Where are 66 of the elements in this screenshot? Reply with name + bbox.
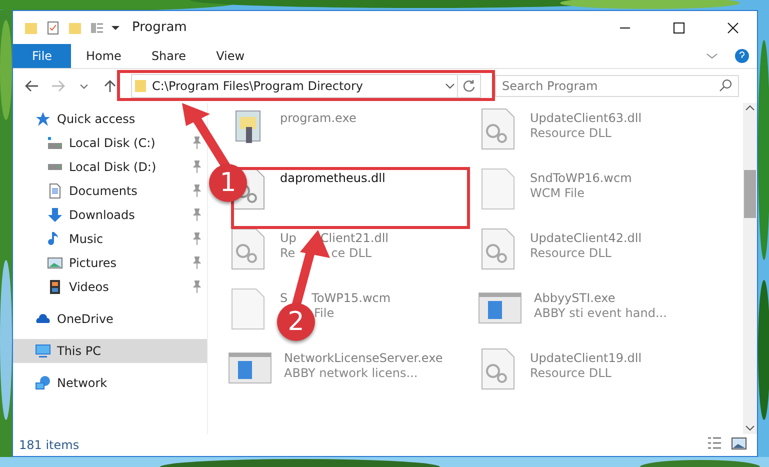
close-icon bbox=[727, 22, 739, 34]
file-name[interactable]: Up bbox=[280, 231, 296, 246]
details-view-icon bbox=[707, 436, 723, 452]
forward-arrow-icon bbox=[50, 78, 66, 94]
drive-icon bbox=[48, 164, 62, 170]
sidebar-item[interactable]: Videos bbox=[13, 275, 207, 299]
ribbon-tab[interactable]: Home bbox=[71, 44, 136, 68]
address-bar[interactable]: C:\Program Files\Program Directory bbox=[131, 74, 481, 98]
file-name[interactable]: S bbox=[280, 291, 288, 306]
chevron-down-icon bbox=[80, 84, 88, 88]
file-type: File bbox=[314, 306, 334, 321]
ribbon-tab[interactable]: View bbox=[201, 44, 260, 68]
address-path: C:\Program Files\Program Directory bbox=[152, 79, 364, 93]
file-name[interactable]: UpdateClient42.dll bbox=[530, 231, 642, 246]
file-name[interactable]: SndToWP16.wcm bbox=[530, 171, 632, 186]
item-count: 181 items bbox=[19, 438, 80, 452]
file-type: Resource DLL bbox=[530, 366, 612, 381]
sidebar-item[interactable]: Quick access bbox=[13, 107, 207, 131]
sidebar-item[interactable]: Local Disk (D:) bbox=[13, 155, 207, 179]
file-type: WCM File bbox=[530, 186, 584, 201]
scrollbar[interactable] bbox=[743, 103, 757, 434]
folder-icon bbox=[132, 78, 148, 94]
star-icon bbox=[35, 111, 51, 127]
film-icon bbox=[47, 279, 63, 295]
search-field[interactable]: Search Program bbox=[495, 75, 739, 97]
scroll-thumb[interactable] bbox=[744, 170, 756, 218]
checklist-icon bbox=[45, 20, 61, 36]
file-type: Re bbox=[280, 246, 296, 261]
window-title: Program bbox=[132, 20, 188, 35]
drive-icon bbox=[47, 136, 63, 150]
file-name[interactable]: UpdateClient63.dll bbox=[530, 111, 642, 126]
file-type: Resource DLL bbox=[530, 126, 612, 141]
file-name[interactable]: AbbyySTI.exe bbox=[534, 291, 616, 306]
file-name[interactable]: NetworkLicenseServer.exe bbox=[284, 351, 443, 366]
file-type: Resource DLL bbox=[530, 246, 612, 261]
picture-icon bbox=[47, 255, 63, 271]
maximize-icon bbox=[673, 22, 685, 34]
file-name[interactable]: daprometheus.dll bbox=[280, 171, 386, 186]
file-name[interactable]: UpdateClient19.dll bbox=[530, 351, 642, 366]
ribbon-tab[interactable]: Share bbox=[136, 44, 202, 68]
search-icon bbox=[719, 79, 733, 93]
sidebar-item[interactable]: Documents bbox=[13, 179, 207, 203]
monitor-icon bbox=[35, 343, 51, 359]
file-name[interactable]: program.exe bbox=[280, 111, 356, 126]
caret-icon bbox=[111, 24, 120, 30]
sidebar-item[interactable]: Music bbox=[13, 227, 207, 251]
file-type: ABBY sti event hand... bbox=[534, 306, 667, 321]
document-icon bbox=[47, 183, 63, 199]
file-type: ce DLL bbox=[331, 246, 372, 261]
sidebar-item[interactable]: OneDrive bbox=[13, 307, 207, 331]
sidebar-item[interactable]: Downloads bbox=[13, 203, 207, 227]
file-name[interactable]: Client21.dll bbox=[320, 231, 389, 246]
sidebar-item[interactable]: Local Disk (C:) bbox=[13, 131, 207, 155]
back-arrow-icon bbox=[24, 78, 40, 94]
file-tab[interactable]: File bbox=[13, 44, 71, 68]
sidebar-item[interactable]: This PC bbox=[13, 339, 207, 363]
download-arrow-icon bbox=[47, 207, 63, 223]
sidebar-item[interactable]: Network bbox=[13, 371, 207, 395]
network-icon bbox=[35, 375, 51, 391]
file-name[interactable]: ToWP15.wcm bbox=[312, 291, 391, 306]
sidebar-item[interactable]: Pictures bbox=[13, 251, 207, 275]
tiles-view-icon bbox=[731, 436, 747, 452]
up-arrow-icon bbox=[102, 78, 118, 94]
refresh-icon bbox=[462, 79, 476, 93]
help-icon bbox=[735, 49, 749, 63]
file-type: ABBY network licens... bbox=[284, 366, 418, 381]
